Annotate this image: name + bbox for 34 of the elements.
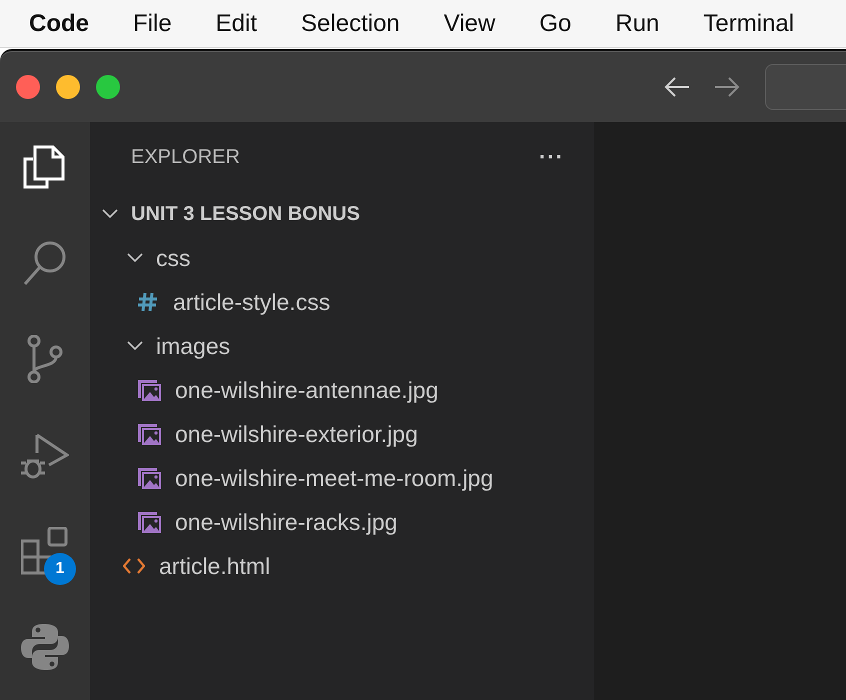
close-button[interactable] [16, 75, 40, 99]
folder-name[interactable]: css [156, 244, 190, 272]
image-icon [137, 379, 161, 401]
image-icon [137, 423, 161, 445]
extensions-icon [21, 527, 69, 575]
activity-button[interactable]: 1 [21, 527, 77, 585]
menu-item[interactable]: Go [539, 10, 572, 38]
code-icon [123, 557, 145, 575]
file-name[interactable]: one-wilshire-meet-me-room.jpg [175, 464, 494, 492]
menu-item[interactable]: Terminal [703, 10, 794, 38]
menu-item[interactable]: Edit [216, 10, 258, 38]
image-icon [137, 467, 161, 489]
count-badge: 1 [44, 553, 76, 585]
hash-icon [137, 291, 159, 313]
image-icon [137, 511, 161, 533]
python-icon [21, 623, 69, 671]
file-name[interactable]: one-wilshire-antennae.jpg [175, 376, 438, 404]
app-menu[interactable]: Code [29, 10, 89, 38]
file-name[interactable]: article-style.css [173, 288, 330, 316]
file-name[interactable]: one-wilshire-exterior.jpg [175, 420, 418, 448]
run-debug-icon [21, 431, 69, 479]
file-name[interactable]: article.html [159, 552, 270, 580]
zoom-button[interactable] [96, 75, 120, 99]
command-center-field[interactable] [765, 64, 846, 110]
panel-title: EXPLORER [131, 146, 240, 168]
menu-item[interactable]: Selection [301, 10, 400, 38]
more-button[interactable]: ··· [539, 144, 564, 170]
minimize-button[interactable] [56, 75, 80, 99]
menu-item[interactable]: View [444, 10, 496, 38]
menu-item[interactable]: File [133, 10, 172, 38]
workspace-name[interactable]: UNIT 3 LESSON BONUS [131, 202, 360, 226]
file-name[interactable]: one-wilshire-racks.jpg [175, 508, 398, 536]
folder-name[interactable]: images [156, 332, 230, 360]
menu-item[interactable]: Run [615, 10, 660, 38]
